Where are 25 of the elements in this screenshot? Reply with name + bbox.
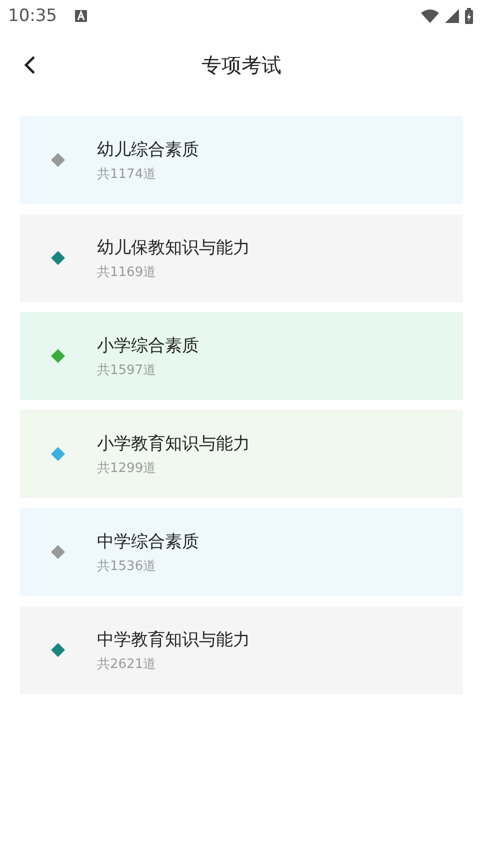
exam-title: 中学综合素质 xyxy=(97,530,199,552)
question-count: 共1299道 xyxy=(97,460,158,476)
exam-title: 幼儿保教知识与能力 xyxy=(97,236,250,258)
exam-title: 幼儿综合素质 xyxy=(97,138,199,160)
exam-card[interactable]: 幼儿保教知识与能力 共1169道 xyxy=(20,214,463,302)
exam-title: 中学教育知识与能力 xyxy=(97,628,250,650)
question-count: 共1536道 xyxy=(97,558,158,574)
page-title: 专项考试 xyxy=(202,52,282,78)
exam-title: 小学综合素质 xyxy=(97,334,199,356)
exam-card[interactable]: 中学综合素质 共1536道 xyxy=(20,508,463,596)
exam-card[interactable]: 小学教育知识与能力 共1299道 xyxy=(20,410,463,498)
exam-title: 小学教育知识与能力 xyxy=(97,432,250,454)
exam-card[interactable]: 小学综合素质 共1597道 xyxy=(20,312,463,400)
exam-card[interactable]: 中学教育知识与能力 共2621道 xyxy=(20,606,463,694)
wifi-icon xyxy=(421,9,439,23)
exam-card[interactable]: 幼儿综合素质 共1174道 xyxy=(20,116,463,204)
status-time: 10:35 xyxy=(8,6,57,26)
battery-icon xyxy=(465,8,473,24)
question-count: 共1597道 xyxy=(97,362,158,378)
signal-icon xyxy=(445,9,459,23)
question-count: 共2621道 xyxy=(97,656,158,672)
question-count: 共1169道 xyxy=(97,264,158,280)
notification-icon xyxy=(75,10,87,22)
back-icon[interactable] xyxy=(24,55,36,75)
question-count: 共1174道 xyxy=(97,166,158,182)
